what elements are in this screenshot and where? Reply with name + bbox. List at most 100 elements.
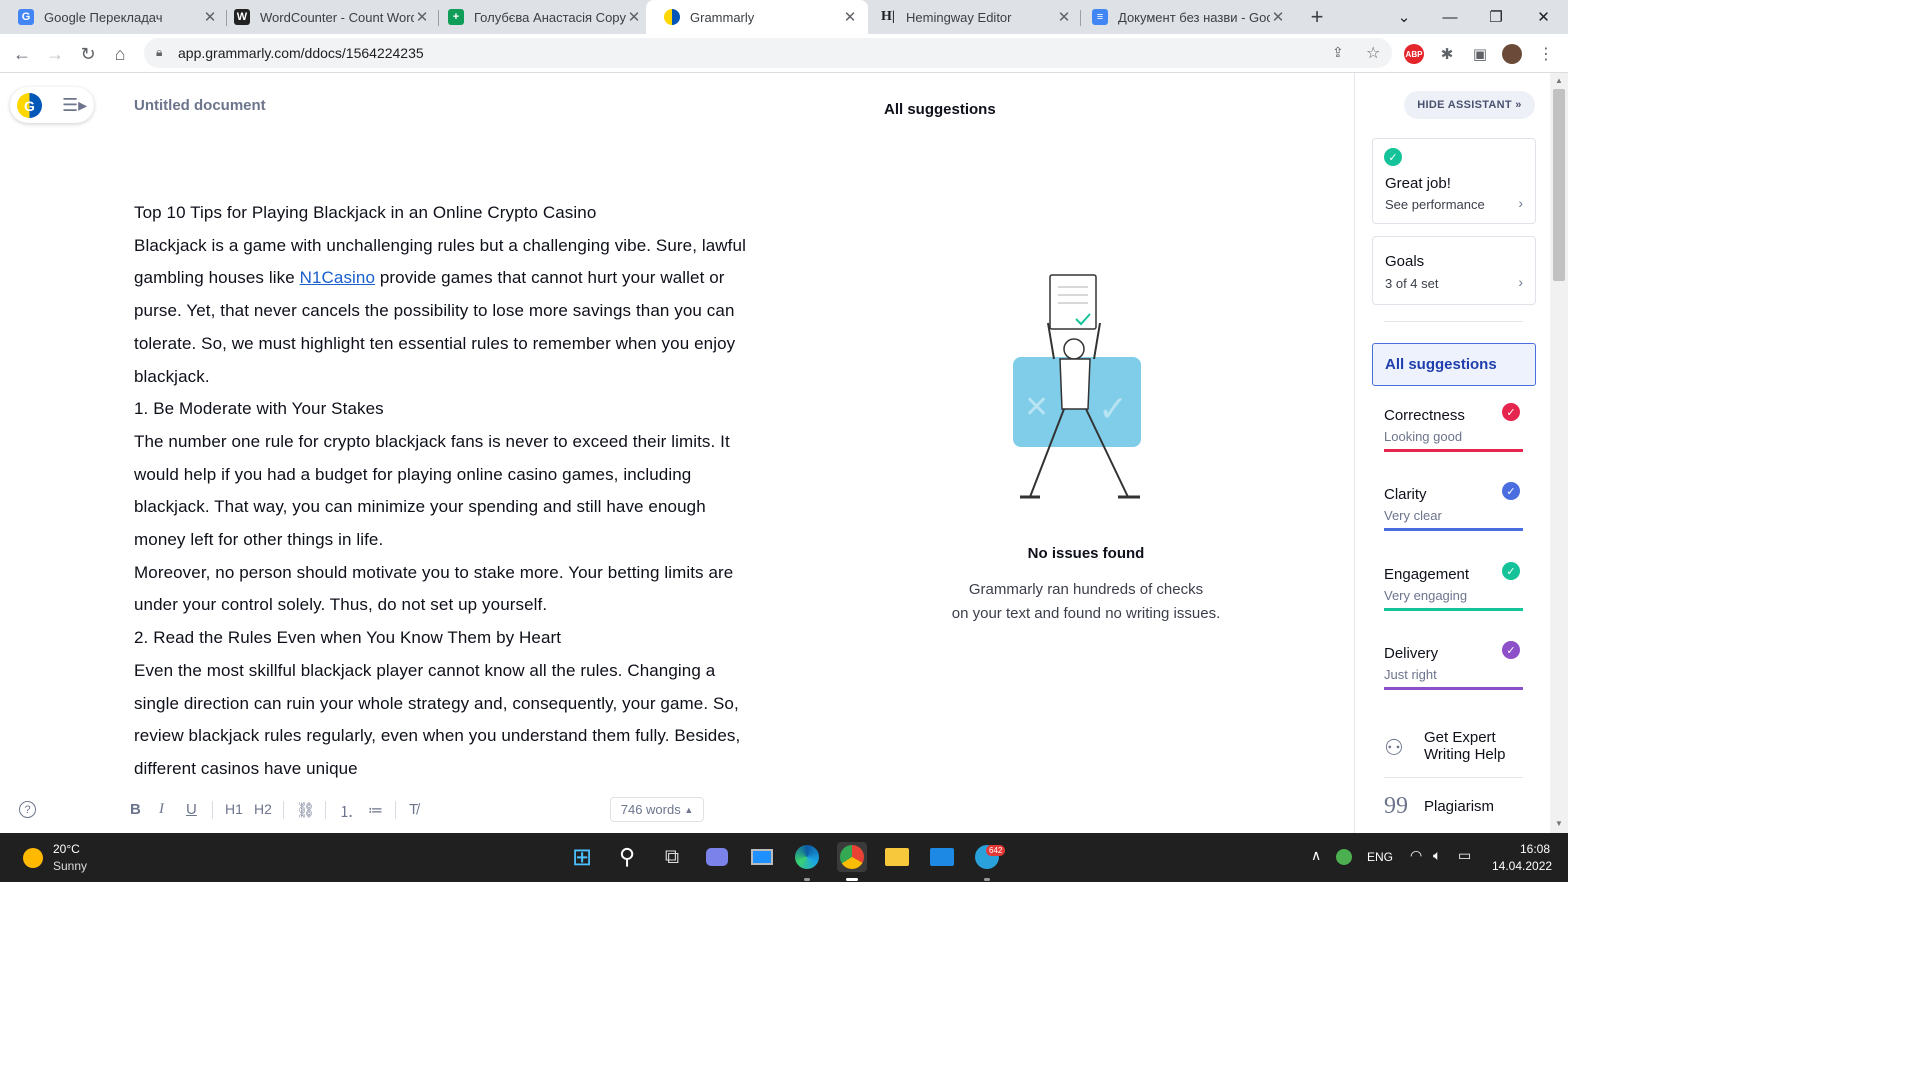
mail-icon[interactable] [927,842,957,872]
close-window-button[interactable]: ✕ [1519,0,1568,34]
google-docs-icon: ≡ [1092,9,1108,25]
help-icon[interactable]: ? [19,801,36,818]
check-circle-icon: ✓ [1502,403,1520,421]
weather-condition[interactable]: Sunny [53,859,87,873]
wordcounter-icon: W [234,9,250,25]
back-icon[interactable]: ← [8,40,36,68]
clear-format-icon[interactable]: T̸ [409,801,418,818]
tray-app-icon[interactable] [1336,849,1352,865]
page-scrollbar[interactable]: ▲ ▼ [1550,73,1568,833]
tab-google-translate[interactable]: G Google Перекладач ✕ [0,0,228,34]
expert-help-button[interactable]: ⚇ Get Expert Writing Help [1384,729,1524,771]
clock-date[interactable]: 14.04.2022 [1492,859,1552,873]
teams-chat-icon[interactable] [702,842,732,872]
adblock-extension-icon[interactable]: ABP [1404,44,1424,64]
forward-icon[interactable]: → [41,40,69,68]
all-suggestions-tab[interactable]: All suggestions [1372,343,1536,386]
tab-google-sheets[interactable]: + Голубєва Анастасія Copyw ✕ [430,0,652,34]
extensions-puzzle-icon[interactable]: ✱ [1437,44,1457,64]
maximize-button[interactable]: ❐ [1473,0,1519,34]
new-tab-button[interactable]: + [1304,4,1330,30]
metric-name: Clarity [1384,486,1427,503]
paragraph: Top 10 Tips for Playing Blackjack in an … [134,203,597,222]
heading2-button[interactable]: H2 [254,801,272,817]
document-title[interactable]: Untitled document [134,97,266,114]
close-icon[interactable]: ✕ [1056,8,1072,26]
heading1-button[interactable]: H1 [225,801,243,817]
battery-icon[interactable]: ▭ [1458,847,1471,864]
menu-icon[interactable]: ☰▸ [62,95,87,116]
close-icon[interactable]: ✕ [626,8,642,26]
document-body[interactable]: Top 10 Tips for Playing Blackjack in an … [134,197,754,786]
profile-avatar[interactable] [1502,44,1522,64]
close-icon[interactable]: ✕ [1270,8,1286,26]
metric-bar [1384,608,1523,611]
close-icon[interactable]: ✕ [414,8,430,26]
word-count-button[interactable]: 746 words ▲ [610,797,704,822]
wifi-icon[interactable]: ◠ [1410,847,1422,864]
show-hidden-icons-chevron[interactable]: ∧ [1311,847,1321,864]
metric-delivery[interactable]: Delivery Just right ✓ [1384,641,1524,705]
metric-clarity[interactable]: Clarity Very clear ✓ [1384,482,1524,546]
italic-button[interactable]: I [159,801,164,818]
performance-card[interactable]: ✓ Great job! See performance › [1372,138,1536,224]
metric-correctness[interactable]: Correctness Looking good ✓ [1384,403,1524,467]
description-line: on your text and found no writing issues… [951,605,1221,622]
grammarly-home-button[interactable]: G ☰▸ [10,87,94,123]
metric-status: Very clear [1384,508,1442,523]
scroll-thumb[interactable] [1553,89,1565,281]
scroll-up-icon[interactable]: ▲ [1555,76,1563,85]
metric-bar [1384,528,1523,531]
plagiarism-button[interactable]: 99 Plagiarism [1384,793,1524,821]
windows-start-icon[interactable]: ⊞ [567,842,597,872]
search-icon[interactable]: ⚲ [612,842,642,872]
no-issues-description: Grammarly ran hundreds of checks on your… [900,578,1272,626]
paragraph: Moreover, no person should motivate you … [134,562,734,615]
scroll-down-icon[interactable]: ▼ [1555,819,1563,828]
word-count-label: 746 words [620,802,681,817]
bullet-list-icon[interactable]: ≔ [368,801,383,819]
task-view-icon[interactable]: ⧉ [657,842,687,872]
tab-wordcounter[interactable]: W WordCounter - Count Words ✕ [216,0,440,34]
chrome-browser-icon[interactable] [837,842,867,872]
edge-browser-icon[interactable] [792,842,822,872]
expert-help-label: Get Expert Writing Help [1424,729,1506,763]
ordered-list-icon[interactable]: ⒈ [339,801,354,822]
grammarly-icon [664,9,680,25]
desktop-icon[interactable] [747,842,777,872]
volume-icon[interactable]: 🔈︎ [1433,847,1441,864]
metric-bar [1384,687,1523,690]
clock-time[interactable]: 16:08 [1520,842,1550,856]
share-icon[interactable]: ⇪ [1332,44,1344,61]
hide-assistant-button[interactable]: HIDE ASSISTANT » [1404,91,1535,119]
chevron-right-icon: › [1518,195,1523,211]
home-icon[interactable]: ⌂ [106,40,134,68]
underline-button[interactable]: U [186,801,197,818]
sun-icon[interactable] [23,848,43,868]
tab-grammarly[interactable]: Grammarly ✕ [646,0,868,34]
metric-engagement[interactable]: Engagement Very engaging ✓ [1384,562,1524,626]
check-circle-icon: ✓ [1502,641,1520,659]
grammarly-logo-icon: G [17,93,42,118]
side-panel-icon[interactable]: ▣ [1470,44,1490,64]
minimize-button[interactable]: — [1427,0,1473,34]
windows-taskbar: 20°C Sunny ⊞ ⚲ ⧉ 642 ∧ ENG ◠ 🔈︎ ▭ 16:08 … [0,833,1568,882]
kebab-menu-icon[interactable]: ⋮ [1536,44,1556,64]
goals-title: Goals [1385,253,1425,270]
link-icon[interactable]: ⛓︎ [296,801,315,819]
tab-google-docs[interactable]: ≡ Документ без назви - Goo ✕ [1074,0,1296,34]
tab-hemingway[interactable]: H| Hemingway Editor ✕ [862,0,1082,34]
n1casino-link[interactable]: N1Casino [300,268,375,287]
tab-search-icon[interactable]: ⌄ [1381,0,1427,34]
file-explorer-icon[interactable] [882,842,912,872]
goals-card[interactable]: Goals 3 of 4 set › [1372,236,1536,305]
reload-icon[interactable]: ↻ [74,40,102,68]
weather-temperature[interactable]: 20°C [53,842,80,856]
input-language[interactable]: ENG [1367,850,1393,864]
tab-title: WordCounter - Count Words [260,9,414,25]
bookmark-star-icon[interactable]: ☆ [1366,43,1380,63]
close-icon[interactable]: ✕ [842,8,858,26]
double-chevron-right-icon: » [1515,99,1522,111]
bold-button[interactable]: B [130,801,141,818]
address-bar[interactable]: 🔒︎ app.grammarly.com/ddocs/1564224235 ⇪ … [144,38,1392,68]
